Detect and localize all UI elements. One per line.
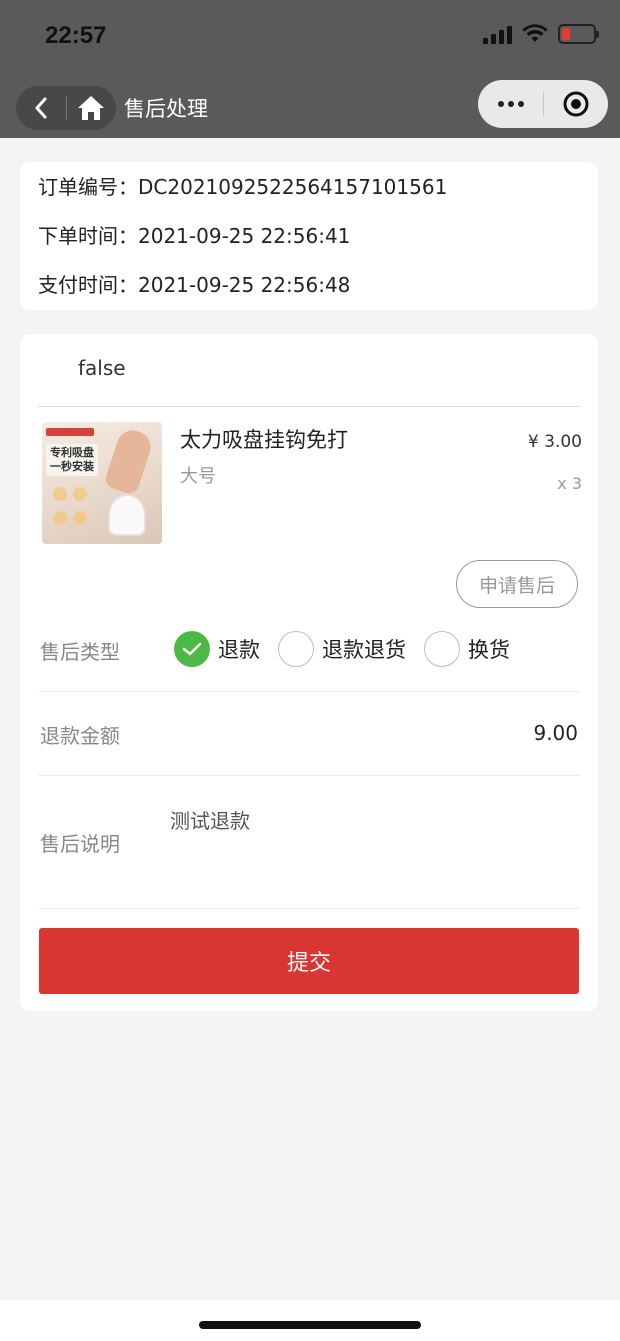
navbar: 售后处理 [16,86,208,130]
home-icon [78,96,105,120]
radio-circle-icon [278,631,314,667]
radio-exchange[interactable]: 换货 [424,631,510,667]
status-icons [483,24,599,44]
after-sale-card: false 专利吸盘 一秒安装 太力吸盘挂钩免打 大号 ¥ 3.00 x 3 申请… [20,334,598,1011]
close-miniprogram-button[interactable] [544,90,608,118]
after-sale-desc-label: 售后说明 [40,832,120,856]
radio-refund-return-label: 退款退货 [322,638,406,662]
divider [38,406,580,407]
after-sale-type-label: 售后类型 [40,640,120,664]
mini-program-capsule [478,80,608,128]
back-button[interactable] [16,86,66,130]
order-paid-time: 支付时间：2021-09-25 22:56:48 [38,273,351,297]
submit-button[interactable]: 提交 [39,928,579,994]
status-time: 22:57 [45,22,107,49]
home-indicator[interactable] [199,1321,421,1329]
divider [38,691,580,692]
refund-amount-value[interactable]: 9.00 [533,721,578,745]
wifi-icon [522,24,548,42]
apply-after-sale-button[interactable]: 申请售后 [456,560,578,608]
order-info-card: 订单编号：DC202109252256415710156​1 下单时间：2021… [20,162,598,310]
more-button[interactable] [478,101,543,107]
radio-refund-label: 退款 [218,638,260,662]
radio-exchange-label: 换货 [468,638,510,662]
radio-refund-return[interactable]: 退款退货 [278,631,406,667]
order-number: 订单编号：DC202109252256415710156​1 [38,175,448,199]
battery-icon [558,24,599,44]
product-image: 专利吸盘 一秒安装 [42,422,162,544]
store-name: false [78,356,126,380]
page-title: 售后处理 [124,97,208,121]
order-created-time: 下单时间：2021-09-25 22:56:41 [38,224,351,248]
chevron-left-icon [35,97,47,119]
product-spec: 大号 [180,466,216,487]
product-image-caption: 专利吸盘 一秒安装 [46,444,98,476]
cellular-signal-icon [483,24,512,44]
nav-pill [16,86,116,130]
target-icon [563,91,589,117]
top-header: 22:57 售后处理 [0,0,620,138]
radio-circle-icon [424,631,460,667]
divider [38,775,580,776]
after-sale-type-group: 退款 退款退货 换货 [174,631,528,667]
product-price: ¥ 3.00 [527,432,582,452]
after-sale-desc-input[interactable]: 测试退款 [170,805,250,834]
product-name: 太力吸盘挂钩免打 [180,428,348,452]
divider [38,908,580,909]
checkmark-icon [174,631,210,667]
refund-amount-label: 退款金额 [40,724,120,748]
product-quantity: x 3 [557,474,582,493]
home-button[interactable] [66,86,116,130]
radio-refund[interactable]: 退款 [174,631,260,667]
